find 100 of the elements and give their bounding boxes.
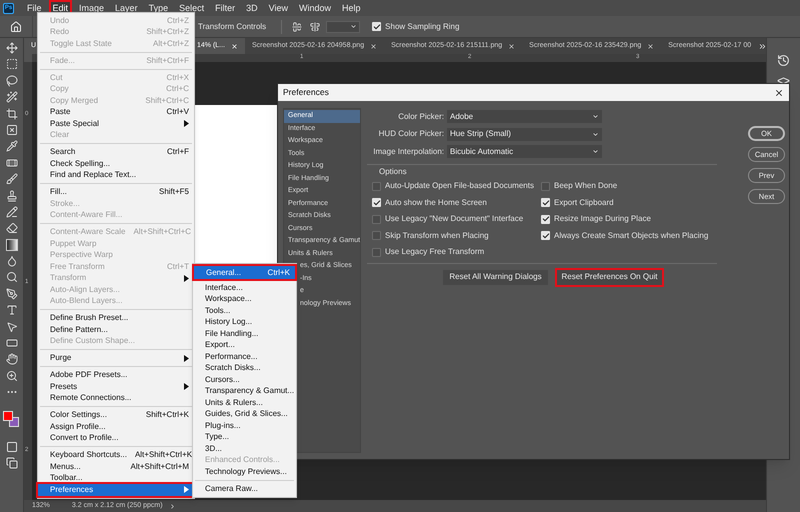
menu-item[interactable]: Units & Rulers...	[193, 397, 296, 408]
menu-bar-item[interactable]: Layer	[113, 2, 140, 14]
menu-item[interactable]: Paste Special	[38, 118, 194, 130]
history-icon[interactable]	[777, 54, 790, 67]
marquee-icon[interactable]	[6, 58, 18, 70]
menu-item[interactable]: Workspace...	[193, 294, 296, 305]
menu-item[interactable]: Toolbar...	[38, 472, 194, 484]
reset-button[interactable]: Reset All Warning Dialogs	[443, 270, 548, 284]
menu-item[interactable]: File Handling...	[193, 328, 296, 340]
reset-button[interactable]: Reset Preferences On Quit	[557, 270, 662, 284]
menu-item[interactable]: Fill... Shift+F5	[38, 186, 194, 198]
pointer-icon[interactable]	[6, 320, 18, 333]
overflow-icon[interactable]	[758, 42, 766, 50]
close-icon[interactable]	[508, 42, 516, 50]
lasso-icon[interactable]	[6, 74, 18, 87]
menu-item[interactable]: Preferences	[38, 484, 194, 496]
menu-item[interactable]: Adobe PDF Presets...	[38, 370, 194, 381]
eyedropper-icon[interactable]	[6, 140, 18, 152]
bandage-icon[interactable]	[6, 156, 18, 169]
menu-item[interactable]: Camera Raw...	[193, 483, 296, 494]
menu-bar-item[interactable]: Select	[177, 2, 206, 14]
quick-mask-icon[interactable]	[6, 440, 18, 453]
menu-item[interactable]: Tools...	[193, 305, 296, 316]
menu-item[interactable]: Performance...	[193, 351, 296, 362]
align-icon[interactable]	[310, 22, 320, 32]
checkbox[interactable]	[372, 22, 382, 31]
checkbox[interactable]	[541, 182, 550, 191]
menu-item[interactable]: Paste Ctrl+V	[38, 106, 194, 118]
chevron-right-icon[interactable]	[168, 502, 176, 510]
move-icon[interactable]	[6, 42, 18, 54]
field-label: Color Picker:	[397, 110, 445, 122]
menu-item[interactable]: Scratch Disks...	[193, 362, 296, 374]
menu-item[interactable]: Type...	[193, 432, 296, 443]
menu-bar-item[interactable]: 3D	[244, 2, 260, 14]
close-icon[interactable]	[774, 88, 784, 98]
eraser-icon[interactable]	[6, 222, 18, 234]
menu-bar-item[interactable]: Help	[340, 2, 362, 14]
checkbox[interactable]	[541, 198, 550, 208]
menu-item[interactable]: Technology Previews...	[193, 466, 296, 478]
menu-item[interactable]: 3D...	[193, 443, 296, 454]
menu-item[interactable]: Find and Replace Text...	[38, 170, 194, 181]
brush-icon[interactable]	[6, 173, 18, 186]
menu-item[interactable]: Guides, Grid & Slices...	[193, 408, 296, 420]
magnifier-icon[interactable]	[6, 271, 18, 284]
crop-icon[interactable]	[6, 108, 18, 120]
menu-bar-item[interactable]: File	[25, 2, 44, 14]
stamp-icon[interactable]	[6, 190, 18, 202]
align-icon[interactable]	[292, 22, 302, 32]
menu-bar-item[interactable]: Image	[77, 2, 106, 14]
menu-item[interactable]: General... Ctrl+K	[194, 266, 295, 279]
menu-bar-item[interactable]: View	[266, 2, 290, 14]
menu-item[interactable]: Search Ctrl+F	[38, 146, 194, 158]
close-icon[interactable]	[647, 42, 654, 50]
foreground-color-swatch[interactable]	[2, 410, 12, 421]
menu-item[interactable]: Define Pattern...	[38, 324, 194, 336]
menu-item[interactable]: Check Spelling...	[38, 158, 194, 170]
menu-item[interactable]: Keyboard Shortcuts... Alt+Shift+Ctrl+K	[38, 450, 194, 461]
checkbox-label: Skip Transform when Placing	[385, 230, 489, 242]
frame-icon[interactable]	[6, 124, 18, 136]
pen-icon[interactable]	[6, 288, 18, 300]
menu-item[interactable]: Assign Profile...	[38, 421, 194, 432]
menu-item[interactable]: Define Brush Preset...	[38, 312, 194, 324]
checkbox[interactable]	[372, 214, 381, 224]
menu-item[interactable]: History Log...	[193, 316, 296, 328]
menu-item[interactable]: Transparency & Gamut...	[193, 386, 296, 397]
menu-item[interactable]: Color Settings... Shift+Ctrl+K	[38, 410, 194, 421]
rectangle-icon[interactable]	[6, 337, 18, 350]
menu-item[interactable]: Export...	[193, 340, 296, 351]
select-field[interactable]: Hue Strip (Small)	[447, 128, 602, 140]
select-field[interactable]: Bicubic Automatic	[447, 145, 602, 158]
menu-item[interactable]: Purge	[38, 352, 194, 364]
checkbox[interactable]	[372, 198, 381, 208]
menu-item[interactable]: Presets	[38, 381, 194, 392]
menu-item[interactable]: Menus... Alt+Shift+Ctrl+M	[38, 461, 194, 472]
pencil-icon[interactable]	[6, 206, 18, 218]
menu-item[interactable]: Cursors...	[193, 374, 296, 386]
zoom-icon[interactable]	[6, 370, 18, 382]
menu-bar-item[interactable]: Filter	[213, 2, 238, 14]
checkbox-label: Resize Image During Place	[554, 213, 651, 226]
menu-bar-item[interactable]: Window	[296, 2, 333, 14]
checkbox[interactable]	[372, 248, 381, 257]
hand-icon[interactable]	[6, 353, 18, 366]
gradient-icon[interactable]	[6, 238, 18, 251]
menu-item[interactable]: Interface...	[193, 282, 296, 294]
home-icon[interactable]	[10, 20, 22, 32]
checkbox[interactable]	[541, 214, 550, 224]
select-field[interactable]: Adobe	[447, 110, 602, 123]
menu-item[interactable]: Plug-ins...	[193, 420, 296, 432]
shortcut-label: Ctrl+Z	[166, 14, 189, 27]
checkbox[interactable]	[372, 182, 381, 191]
checkbox[interactable]	[541, 231, 550, 240]
type-icon[interactable]	[6, 304, 18, 316]
droplet-icon[interactable]	[6, 255, 18, 268]
screen-mode-icon[interactable]	[6, 457, 18, 470]
wand-icon[interactable]	[6, 91, 18, 104]
dropdown-field[interactable]	[326, 20, 360, 32]
menu-item[interactable]: Remote Connections...	[38, 392, 194, 404]
close-icon[interactable]	[370, 42, 378, 50]
menu-item[interactable]: Convert to Profile...	[38, 432, 194, 444]
checkbox[interactable]	[372, 231, 381, 240]
